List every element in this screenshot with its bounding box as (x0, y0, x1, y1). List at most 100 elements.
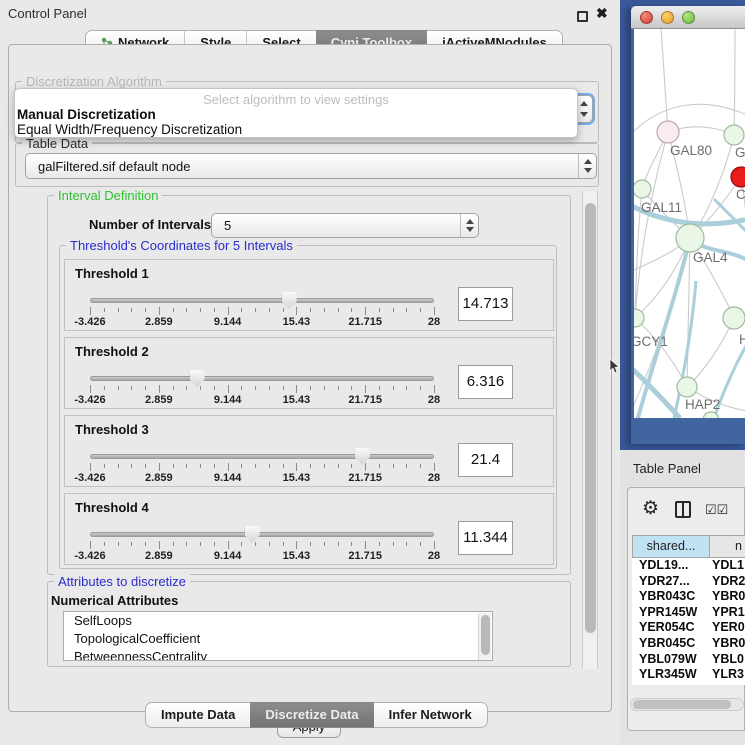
panel-title: Control Panel (8, 6, 87, 21)
cell-name[interactable]: YLR3 (710, 667, 745, 683)
control-panel: Control Panel ✖ Network Style Select Cyn… (0, 0, 620, 745)
dropdown-option-equal-width[interactable]: Equal Width/Frequency Discretization (17, 122, 242, 137)
table-row[interactable]: YIL052CYIL0 (632, 683, 745, 685)
scale-label: 15.43 (283, 472, 311, 484)
cell-shared-name[interactable]: YBR045C (632, 636, 710, 652)
slider-scale: -3.4262.8599.14415.4321.71528 (90, 316, 434, 329)
threshold-2-slider[interactable]: -3.4262.8599.14415.4321.71528 (90, 370, 434, 408)
tab-discretize-data[interactable]: Discretize Data (250, 702, 373, 728)
cell-name[interactable]: YPR1 (710, 605, 745, 621)
cell-shared-name[interactable]: YDR27... (632, 574, 710, 590)
network-graph: GAL80GCGAL11GAL4GCY1HHAP2 (634, 29, 745, 418)
cell-name[interactable]: YBR0 (710, 636, 745, 652)
network-node[interactable] (731, 167, 745, 187)
table-row[interactable]: YBR045CYBR0 (632, 636, 745, 652)
tick (131, 542, 132, 546)
cell-shared-name[interactable]: YPR145W (632, 605, 710, 621)
slider-track[interactable] (90, 532, 434, 537)
cell-name[interactable]: YIL0 (710, 683, 745, 685)
threshold-value-field[interactable]: 6.316 (458, 365, 513, 399)
cell-shared-name[interactable]: YBL079W (632, 652, 710, 668)
table-row[interactable]: YLR345WYLR3 (632, 667, 745, 683)
dropdown-option-manual[interactable]: Manual Discretization (17, 107, 156, 122)
threshold-value-field[interactable]: 11.344 (458, 521, 513, 555)
table-horizontal-scrollbar[interactable] (630, 698, 744, 711)
gear-icon[interactable]: ⚙ (642, 497, 659, 520)
float-window-icon[interactable] (577, 11, 588, 22)
threshold-3-panel: Threshold 3 -3.4262.8599.14415.4321.7152… (64, 415, 554, 487)
tick (434, 463, 435, 471)
cell-name[interactable]: YBR0 (710, 589, 745, 605)
scrollbar-thumb[interactable] (481, 615, 490, 655)
slider-track[interactable] (90, 298, 434, 303)
numerical-attributes-list[interactable]: SelfLoopsTopologicalCoefficientBetweenne… (63, 611, 493, 661)
tick (296, 463, 297, 471)
network-window-titlebar[interactable] (631, 6, 745, 29)
network-node[interactable] (677, 377, 697, 397)
window-close-icon[interactable] (640, 11, 653, 24)
threshold-1-slider[interactable]: -3.4262.8599.14415.4321.71528 (90, 292, 434, 330)
attribute-item[interactable]: SelfLoops (64, 612, 492, 630)
network-node[interactable] (724, 125, 744, 145)
slider-ticks (90, 463, 434, 472)
tick (186, 386, 187, 390)
dropdown-prompt: Select algorithm to view settings (15, 92, 577, 107)
scrollbar-thumb[interactable] (585, 203, 596, 633)
table-row[interactable]: YER054CYER0 (632, 620, 745, 636)
tick (296, 385, 297, 393)
network-node[interactable] (657, 121, 679, 143)
scale-label: 9.144 (214, 550, 242, 562)
tick (379, 542, 380, 546)
tick (379, 308, 380, 312)
attribute-item[interactable]: BetweennessCentrality (64, 648, 492, 661)
cell-name[interactable]: YER0 (710, 620, 745, 636)
slider-track[interactable] (90, 376, 434, 381)
combo-stepper-icon[interactable] (460, 214, 478, 237)
network-node[interactable] (634, 180, 651, 198)
threshold-value-field[interactable]: 21.4 (458, 443, 513, 477)
table-row[interactable]: YDL19...YDL1 (632, 558, 745, 574)
tick (159, 463, 160, 471)
close-icon[interactable]: ✖ (596, 5, 608, 22)
cell-shared-name[interactable]: YDL19... (632, 558, 710, 574)
threshold-3-slider[interactable]: -3.4262.8599.14415.4321.71528 (90, 448, 434, 486)
cell-shared-name[interactable]: YBR043C (632, 589, 710, 605)
scrollbar-thumb[interactable] (633, 700, 731, 709)
cell-shared-name[interactable]: YER054C (632, 620, 710, 636)
slider-track[interactable] (90, 454, 434, 459)
number-of-intervals-combo[interactable]: 5 (211, 213, 479, 238)
panel-scrollbar[interactable] (582, 191, 598, 669)
cell-shared-name[interactable]: YIL052C (632, 683, 710, 685)
cell-name[interactable]: YBL0 (710, 652, 745, 668)
combo-stepper-icon[interactable] (578, 154, 596, 178)
tab-infer-network[interactable]: Infer Network (374, 702, 488, 728)
column-layout-icon[interactable] (675, 501, 691, 518)
table-data-combo[interactable]: galFiltered.sif default node (25, 153, 597, 179)
network-canvas[interactable]: GAL80GCGAL11GAL4GCY1HHAP2 (634, 29, 745, 418)
threshold-4-slider[interactable]: -3.4262.8599.14415.4321.71528 (90, 526, 434, 564)
tick (393, 386, 394, 390)
tab-impute-data[interactable]: Impute Data (145, 702, 250, 728)
cell-shared-name[interactable]: YLR345W (632, 667, 710, 683)
attribute-item[interactable]: TopologicalCoefficient (64, 630, 492, 648)
table-row[interactable]: YDR27...YDR2 (632, 574, 745, 590)
network-node[interactable] (723, 307, 745, 329)
tick (379, 464, 380, 468)
table-row[interactable]: YPR145WYPR1 (632, 605, 745, 621)
window-minimize-icon[interactable] (661, 11, 674, 24)
column-header-shared-name[interactable]: shared... (633, 536, 710, 557)
tick (393, 308, 394, 312)
tick (379, 386, 380, 390)
cell-name[interactable]: YDR2 (710, 574, 745, 590)
cell-name[interactable]: YDL1 (710, 558, 745, 574)
table-row[interactable]: YBR043CYBR0 (632, 589, 745, 605)
window-zoom-icon[interactable] (682, 11, 695, 24)
select-columns-icon[interactable]: ☑☑ (705, 502, 728, 518)
threshold-value-field[interactable]: 14.713 (458, 287, 513, 321)
column-header-name[interactable]: n (710, 536, 745, 557)
tick (118, 542, 119, 546)
list-scrollbar[interactable] (478, 613, 491, 661)
network-node[interactable] (634, 309, 644, 327)
table-row[interactable]: YBL079WYBL0 (632, 652, 745, 668)
network-node[interactable] (676, 224, 704, 252)
